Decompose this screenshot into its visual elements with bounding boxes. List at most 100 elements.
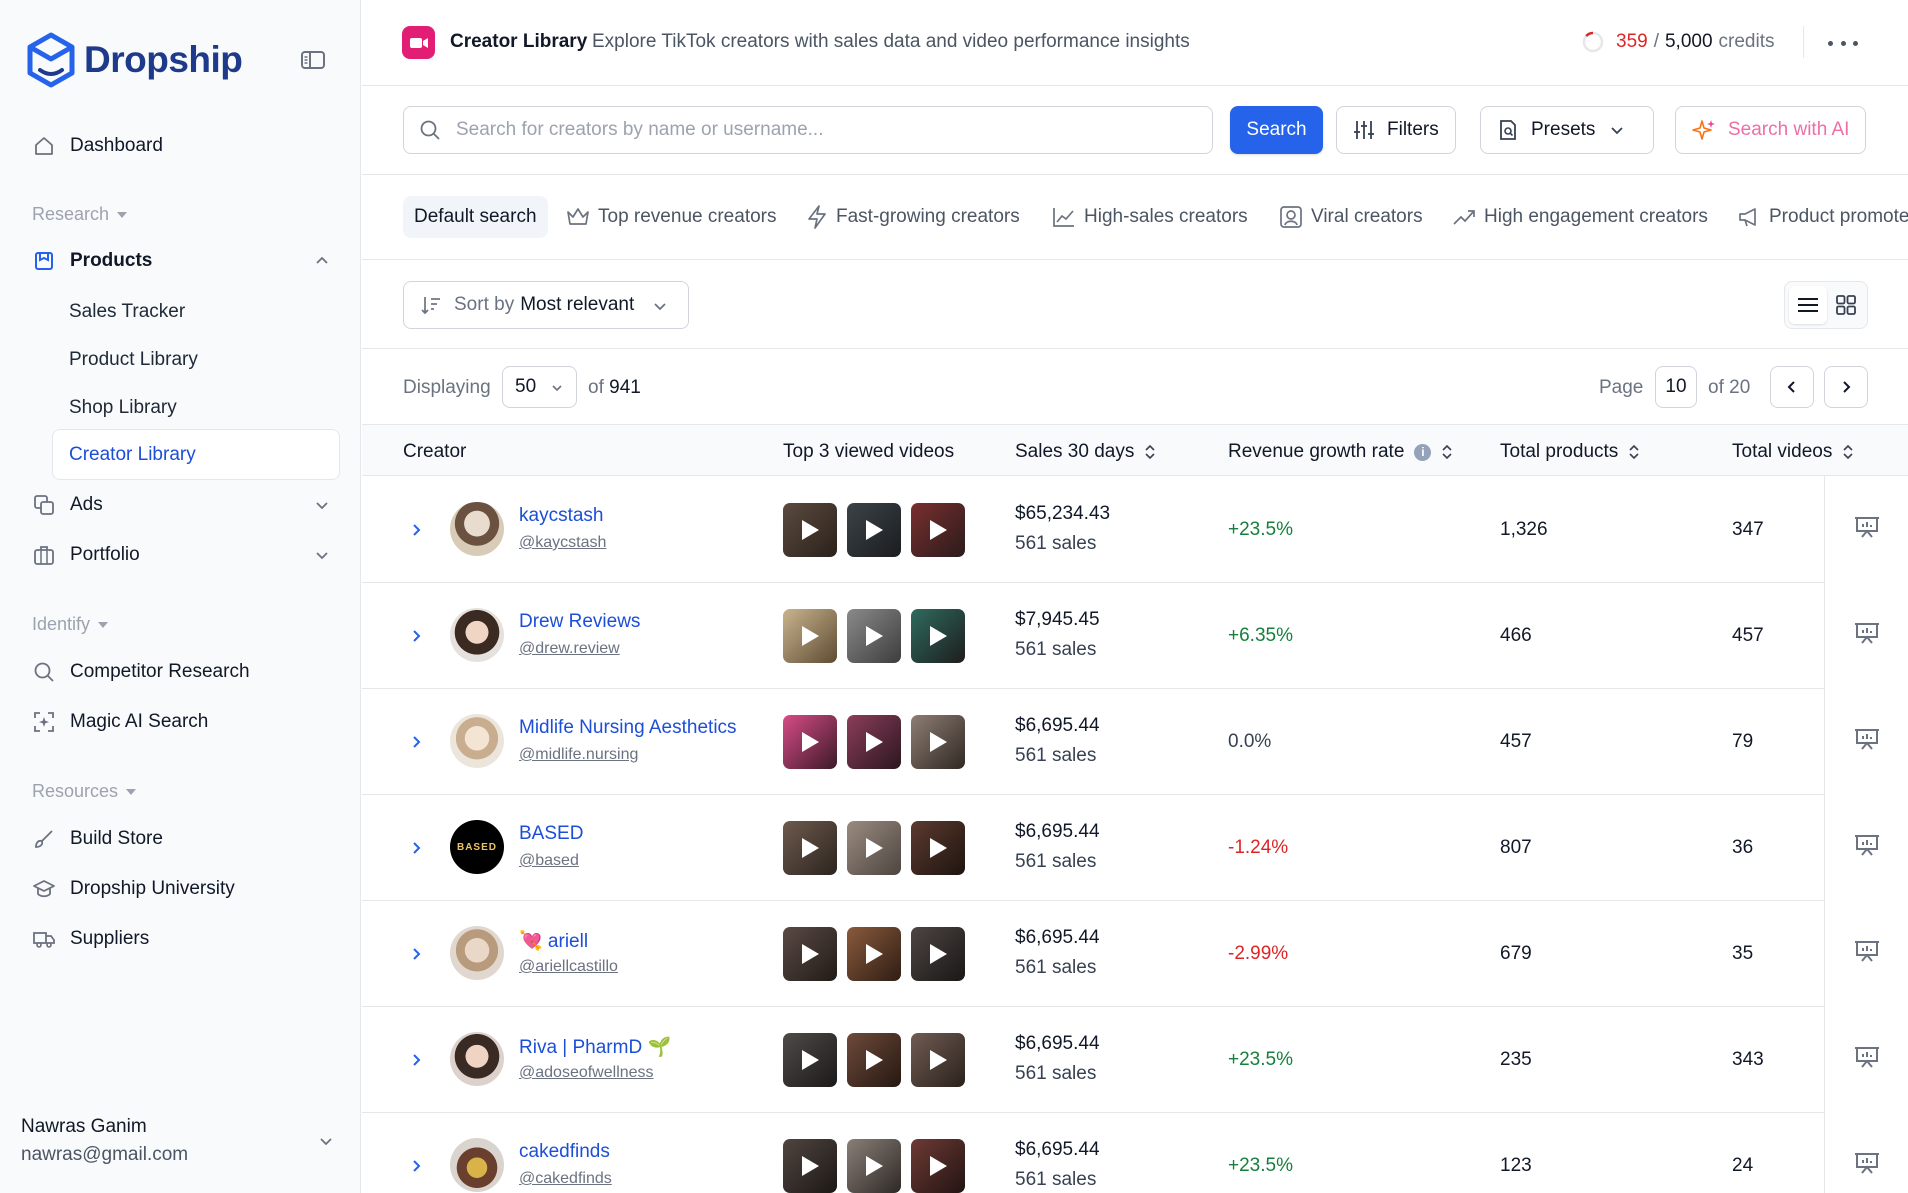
filters-button[interactable]: Filters	[1336, 106, 1456, 154]
page-number-input[interactable]: 10	[1655, 366, 1697, 408]
video-thumbnail[interactable]	[783, 927, 837, 981]
sidebar-item-product-library[interactable]: Product Library	[69, 349, 198, 371]
video-thumbnail[interactable]	[847, 609, 901, 663]
video-thumbnail[interactable]	[911, 821, 965, 875]
info-icon[interactable]: i	[1414, 443, 1432, 461]
sidebar-collapse-icon[interactable]	[300, 49, 326, 71]
video-thumbnail[interactable]	[911, 1139, 965, 1193]
creator-handle[interactable]: @ariellcastillo	[519, 958, 618, 976]
chevron-right-icon[interactable]	[408, 628, 424, 644]
creator-handle[interactable]: @midlife.nursing	[519, 746, 638, 764]
table-row[interactable]: BASED BASED @based $6,695.44 561 sales -…	[362, 795, 1908, 901]
video-thumbnail[interactable]	[783, 821, 837, 875]
sidebar-item-dashboard[interactable]: Dashboard	[32, 121, 332, 171]
creator-name[interactable]: kaycstash	[519, 505, 603, 527]
presentation-chart-icon[interactable]	[1853, 833, 1881, 857]
creator-name[interactable]: Midlife Nursing Aesthetics	[519, 717, 737, 739]
video-thumbnail[interactable]	[847, 927, 901, 981]
presentation-chart-icon[interactable]	[1853, 939, 1881, 963]
search-with-ai-button[interactable]: Search with AI	[1675, 106, 1867, 154]
video-thumbnail[interactable]	[911, 715, 965, 769]
table-row[interactable]: cakedfinds @cakedfinds $6,695.44 561 sal…	[362, 1113, 1908, 1193]
creator-handle[interactable]: @drew.review	[519, 640, 620, 658]
sort-arrows-icon[interactable]	[1842, 443, 1854, 461]
video-thumbnail[interactable]	[847, 715, 901, 769]
sidebar-item-shop-library[interactable]: Shop Library	[69, 397, 177, 419]
chevron-right-icon[interactable]	[408, 840, 424, 856]
tab-viral-creators[interactable]: Viral creators	[1279, 196, 1423, 238]
sidebar-item-creator-library[interactable]: Creator Library	[52, 429, 340, 480]
brand-logo[interactable]: Dropship	[26, 32, 243, 88]
chevron-right-icon[interactable]	[408, 522, 424, 538]
search-input[interactable]	[456, 108, 1196, 152]
presentation-chart-icon[interactable]	[1853, 1151, 1881, 1175]
more-options-icon[interactable]	[1828, 30, 1858, 56]
creator-name[interactable]: cakedfinds	[519, 1141, 610, 1163]
section-identify[interactable]: Identify	[32, 614, 109, 635]
presentation-chart-icon[interactable]	[1853, 621, 1881, 645]
video-thumbnail[interactable]	[911, 609, 965, 663]
sort-arrows-icon[interactable]	[1441, 443, 1453, 461]
sidebar-item-sales-tracker[interactable]: Sales Tracker	[69, 301, 185, 323]
sidebar-item-magic-ai-search[interactable]: Magic AI Search	[32, 697, 332, 747]
tab-top-revenue-creators[interactable]: Top revenue creators	[566, 196, 777, 238]
next-page-button[interactable]	[1824, 366, 1868, 408]
user-profile[interactable]: Nawras Ganim nawras@gmail.com	[21, 1116, 188, 1166]
table-row[interactable]: Midlife Nursing Aesthetics @midlife.nurs…	[362, 689, 1908, 795]
chevron-right-icon[interactable]	[408, 1052, 424, 1068]
chevron-right-icon[interactable]	[408, 1158, 424, 1174]
video-thumbnail[interactable]	[783, 1033, 837, 1087]
video-thumbnail[interactable]	[783, 715, 837, 769]
sidebar-item-ads[interactable]: Ads	[32, 480, 332, 530]
creator-name[interactable]: Riva | PharmD 🌱	[519, 1035, 671, 1059]
column-header-total-videos[interactable]: Total videos	[1732, 441, 1854, 463]
chevron-right-icon[interactable]	[408, 946, 424, 962]
creator-handle[interactable]: @adoseofwellness	[519, 1064, 654, 1082]
section-research[interactable]: Research	[32, 204, 128, 225]
table-row[interactable]: Drew Reviews @drew.review $7,945.45 561 …	[362, 583, 1908, 689]
search-field[interactable]	[403, 106, 1213, 154]
chevron-down-icon[interactable]	[316, 1131, 336, 1151]
sidebar-item-portfolio[interactable]: Portfolio	[32, 530, 332, 580]
creator-handle[interactable]: @kaycstash	[519, 534, 606, 552]
list-view-icon[interactable]	[1789, 286, 1827, 324]
video-thumbnail[interactable]	[783, 503, 837, 557]
presentation-chart-icon[interactable]	[1853, 515, 1881, 539]
sidebar-item-suppliers[interactable]: Suppliers	[32, 914, 332, 964]
search-button[interactable]: Search	[1230, 106, 1323, 154]
presentation-chart-icon[interactable]	[1853, 1045, 1881, 1069]
creator-handle[interactable]: @based	[519, 852, 579, 870]
tab-fast-growing-creators[interactable]: Fast-growing creators	[806, 196, 1020, 238]
video-thumbnail[interactable]	[783, 609, 837, 663]
video-thumbnail[interactable]	[911, 927, 965, 981]
video-thumbnail[interactable]	[847, 821, 901, 875]
sort-arrows-icon[interactable]	[1628, 443, 1640, 461]
grid-view-icon[interactable]	[1827, 286, 1865, 324]
creator-name[interactable]: BASED	[519, 823, 583, 845]
video-thumbnail[interactable]	[847, 1033, 901, 1087]
video-thumbnail[interactable]	[847, 1139, 901, 1193]
tab-high-engagement-creators[interactable]: High engagement creators	[1452, 196, 1708, 238]
creator-handle[interactable]: @cakedfinds	[519, 1170, 612, 1188]
sidebar-item-competitor-research[interactable]: Competitor Research	[32, 647, 332, 697]
sort-arrows-icon[interactable]	[1144, 443, 1156, 461]
video-thumbnail[interactable]	[847, 503, 901, 557]
video-thumbnail[interactable]	[911, 1033, 965, 1087]
video-thumbnail[interactable]	[783, 1139, 837, 1193]
table-row[interactable]: Riva | PharmD 🌱 @adoseofwellness $6,695.…	[362, 1007, 1908, 1113]
presets-button[interactable]: Presets	[1480, 106, 1654, 154]
sidebar-item-dropship-university[interactable]: Dropship University	[32, 864, 332, 914]
creator-name[interactable]: Drew Reviews	[519, 611, 640, 633]
previous-page-button[interactable]	[1770, 366, 1814, 408]
table-row[interactable]: kaycstash @kaycstash $65,234.43 561 sale…	[362, 477, 1908, 583]
tab-default-search[interactable]: Default search	[403, 196, 548, 238]
column-header-sales-30-days[interactable]: Sales 30 days	[1015, 441, 1156, 463]
tab-product-promoters[interactable]: Product promote	[1737, 196, 1908, 238]
tab-high-sales-creators[interactable]: High-sales creators	[1052, 196, 1248, 238]
chevron-right-icon[interactable]	[408, 734, 424, 750]
presentation-chart-icon[interactable]	[1853, 727, 1881, 751]
video-thumbnail[interactable]	[911, 503, 965, 557]
sidebar-item-products[interactable]: Products	[32, 236, 332, 286]
section-resources[interactable]: Resources	[32, 781, 137, 802]
per-page-select[interactable]: 50	[502, 366, 577, 408]
